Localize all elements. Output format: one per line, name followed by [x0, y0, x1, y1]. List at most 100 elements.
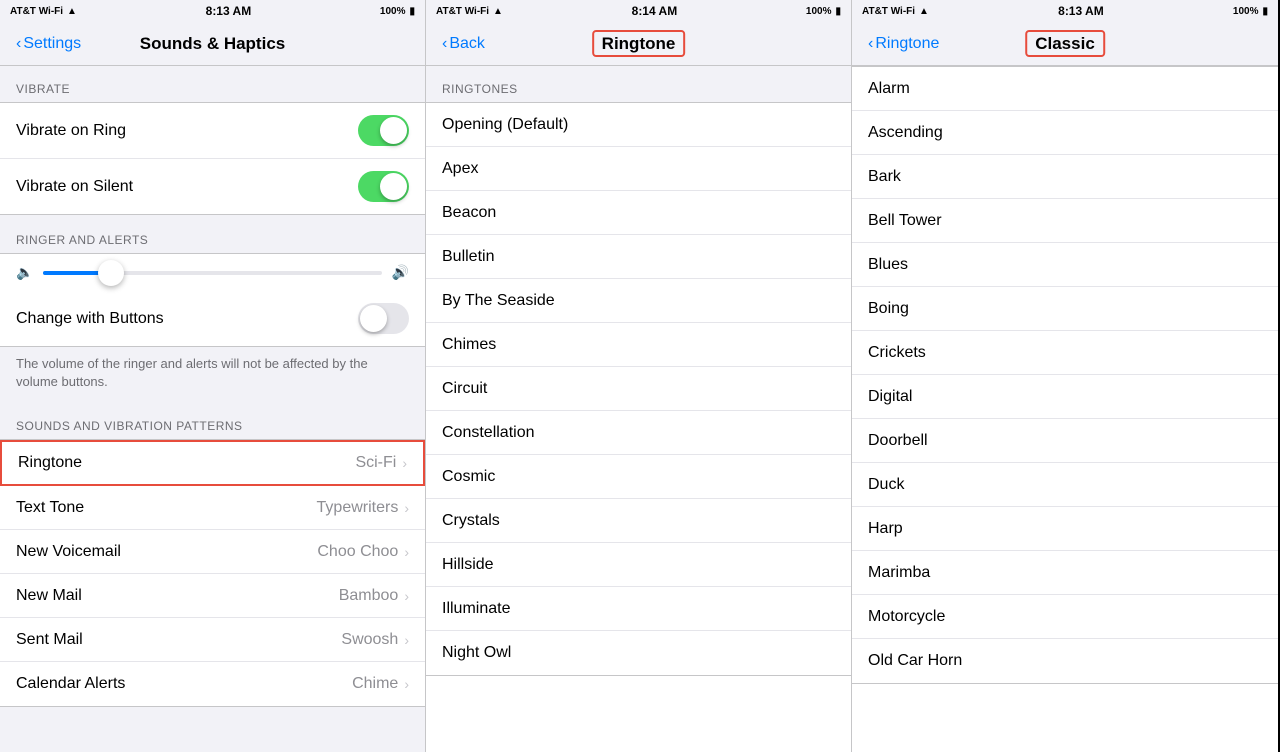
vibrate-on-silent-toggle[interactable]: [358, 171, 409, 202]
vibrate-on-ring-row[interactable]: Vibrate on Ring: [0, 103, 425, 159]
ringtone-list-label-2: Beacon: [442, 204, 496, 222]
classic-list-label-6: Crickets: [868, 344, 926, 362]
ringer-note: The volume of the ringer and alerts will…: [0, 349, 425, 403]
nav-bar-3: ‹ Ringtone Classic: [852, 22, 1278, 66]
ringtone-list-item-7[interactable]: Constellation: [426, 411, 851, 455]
status-left-1: AT&T Wi-Fi ▲: [10, 6, 77, 17]
new-mail-value: Bamboo: [339, 587, 399, 605]
classic-list-item-0[interactable]: Alarm: [852, 67, 1278, 111]
ringtone-list-item-0[interactable]: Opening (Default): [426, 103, 851, 147]
nav-title-3-text: Classic: [1025, 30, 1105, 57]
ringtone-list[interactable]: Opening (Default) Apex Beacon BulletinBy Th…: [426, 102, 851, 752]
back-button-2[interactable]: ‹ Back: [442, 35, 485, 53]
vibrate-on-ring-thumb: [380, 117, 407, 144]
classic-list-label-0: Alarm: [868, 80, 910, 98]
sounds-patterns-section: Ringtone Sci-Fi › Text Tone Typewriters …: [0, 439, 425, 707]
ringtones-header: RINGTONES: [426, 66, 851, 102]
ringtone-list-label-0: Opening (Default): [442, 116, 568, 134]
ringtone-list-label-12: Night Owl: [442, 644, 511, 662]
calendar-alerts-value: Chime: [352, 675, 398, 693]
ringtone-list-label-9: Crystals: [442, 512, 500, 530]
classic-list-item-2[interactable]: Bark: [852, 155, 1278, 199]
status-right-3: 100% ▮: [1233, 6, 1268, 17]
classic-list-item-4[interactable]: Blues: [852, 243, 1278, 287]
classic-list-label-10: Harp: [868, 520, 903, 538]
classic-list-item-3[interactable]: Bell Tower: [852, 199, 1278, 243]
change-with-buttons-toggle[interactable]: [358, 303, 409, 334]
back-chevron-2: ‹: [442, 35, 447, 53]
calendar-alerts-row[interactable]: Calendar Alerts Chime ›: [0, 662, 425, 706]
new-mail-chevron: ›: [404, 588, 409, 604]
classic-list[interactable]: Alarm AscendingBarkBell TowerBlues Boing Cr…: [852, 66, 1278, 752]
new-voicemail-row[interactable]: New Voicemail Choo Choo ›: [0, 530, 425, 574]
vibrate-on-ring-toggle[interactable]: [358, 115, 409, 146]
ringtone-list-item-11[interactable]: Illuminate: [426, 587, 851, 631]
status-bar-1: AT&T Wi-Fi ▲ 8:13 AM 100% ▮: [0, 0, 425, 22]
change-with-buttons-label: Change with Buttons: [16, 310, 164, 328]
status-right-1: 100% ▮: [380, 6, 415, 17]
nav-title-3: Classic: [1025, 34, 1105, 54]
ringtone-list-label-11: Illuminate: [442, 600, 510, 618]
text-tone-chevron: ›: [404, 500, 409, 516]
ringtone-list-item-9[interactable]: Crystals: [426, 499, 851, 543]
wifi-icon-3: ▲: [919, 6, 929, 17]
classic-list-item-12[interactable]: Motorcycle: [852, 595, 1278, 639]
vibrate-on-ring-label: Vibrate on Ring: [16, 122, 126, 140]
ringtone-list-item-5[interactable]: Chimes: [426, 323, 851, 367]
volume-slider-thumb[interactable]: [98, 260, 124, 286]
classic-list-item-8[interactable]: Doorbell: [852, 419, 1278, 463]
ringtone-value: Sci-Fi: [355, 454, 396, 472]
ringtone-list-item-1[interactable]: Apex: [426, 147, 851, 191]
new-voicemail-chevron: ›: [404, 544, 409, 560]
classic-list-item-11[interactable]: Marimba: [852, 551, 1278, 595]
new-mail-right: Bamboo ›: [339, 587, 409, 605]
status-left-2: AT&T Wi-Fi ▲: [436, 6, 503, 17]
ringtone-list-item-4[interactable]: By The Seaside: [426, 279, 851, 323]
classic-items-section: Alarm AscendingBarkBell TowerBlues Boing Cr…: [852, 66, 1278, 684]
ringtone-items-section: Opening (Default) Apex Beacon BulletinBy Th…: [426, 102, 851, 676]
classic-list-item-10[interactable]: Harp: [852, 507, 1278, 551]
status-right-2: 100% ▮: [806, 6, 841, 17]
change-with-buttons-thumb: [360, 305, 387, 332]
ringer-section: 🔈 🔊 Change with Buttons: [0, 253, 425, 347]
classic-list-item-5[interactable]: Boing: [852, 287, 1278, 331]
ringtone-list-item-12[interactable]: Night Owl: [426, 631, 851, 675]
classic-list-item-9[interactable]: Duck: [852, 463, 1278, 507]
classic-list-item-7[interactable]: Digital: [852, 375, 1278, 419]
panel-ringtone: AT&T Wi-Fi ▲ 8:14 AM 100% ▮ ‹ Back Ringt…: [426, 0, 852, 752]
ringtone-list-item-3[interactable]: Bulletin: [426, 235, 851, 279]
classic-list-item-13[interactable]: Old Car Horn: [852, 639, 1278, 683]
vibrate-on-silent-row[interactable]: Vibrate on Silent: [0, 159, 425, 214]
ringtone-list-item-2[interactable]: Beacon: [426, 191, 851, 235]
classic-list-item-6[interactable]: Crickets: [852, 331, 1278, 375]
sent-mail-value: Swoosh: [341, 631, 398, 649]
calendar-alerts-chevron: ›: [404, 676, 409, 692]
sent-mail-row[interactable]: Sent Mail Swoosh ›: [0, 618, 425, 662]
back-button-1[interactable]: ‹ Settings: [16, 35, 81, 53]
new-mail-label: New Mail: [16, 587, 82, 605]
classic-list-label-7: Digital: [868, 388, 912, 406]
volume-low-icon: 🔈: [16, 264, 33, 281]
ringtone-list-item-6[interactable]: Circuit: [426, 367, 851, 411]
sent-mail-chevron: ›: [404, 632, 409, 648]
status-bar-3: AT&T Wi-Fi ▲ 8:13 AM 100% ▮: [852, 0, 1278, 22]
classic-list-item-1[interactable]: Ascending: [852, 111, 1278, 155]
battery-icon-1: ▮: [409, 6, 415, 17]
classic-list-label-12: Motorcycle: [868, 608, 945, 626]
time-2: 8:14 AM: [632, 4, 678, 18]
change-with-buttons-row[interactable]: Change with Buttons: [0, 291, 425, 346]
back-button-3[interactable]: ‹ Ringtone: [868, 35, 939, 53]
ringtone-label: Ringtone: [18, 454, 82, 472]
classic-list-label-11: Marimba: [868, 564, 930, 582]
volume-slider-track[interactable]: [43, 271, 381, 275]
panel1-scroll[interactable]: VIBRATE Vibrate on Ring Vibrate on Silen…: [0, 66, 425, 752]
panel-sounds-haptics: AT&T Wi-Fi ▲ 8:13 AM 100% ▮ ‹ Settings S…: [0, 0, 426, 752]
ringtone-list-item-8[interactable]: Cosmic: [426, 455, 851, 499]
wifi-icon-2: ▲: [493, 6, 503, 17]
time-1: 8:13 AM: [206, 4, 252, 18]
ringtone-row[interactable]: Ringtone Sci-Fi ›: [0, 440, 425, 486]
ringtone-list-item-10[interactable]: Hillside: [426, 543, 851, 587]
classic-list-label-5: Boing: [868, 300, 909, 318]
new-mail-row[interactable]: New Mail Bamboo ›: [0, 574, 425, 618]
text-tone-row[interactable]: Text Tone Typewriters ›: [0, 486, 425, 530]
